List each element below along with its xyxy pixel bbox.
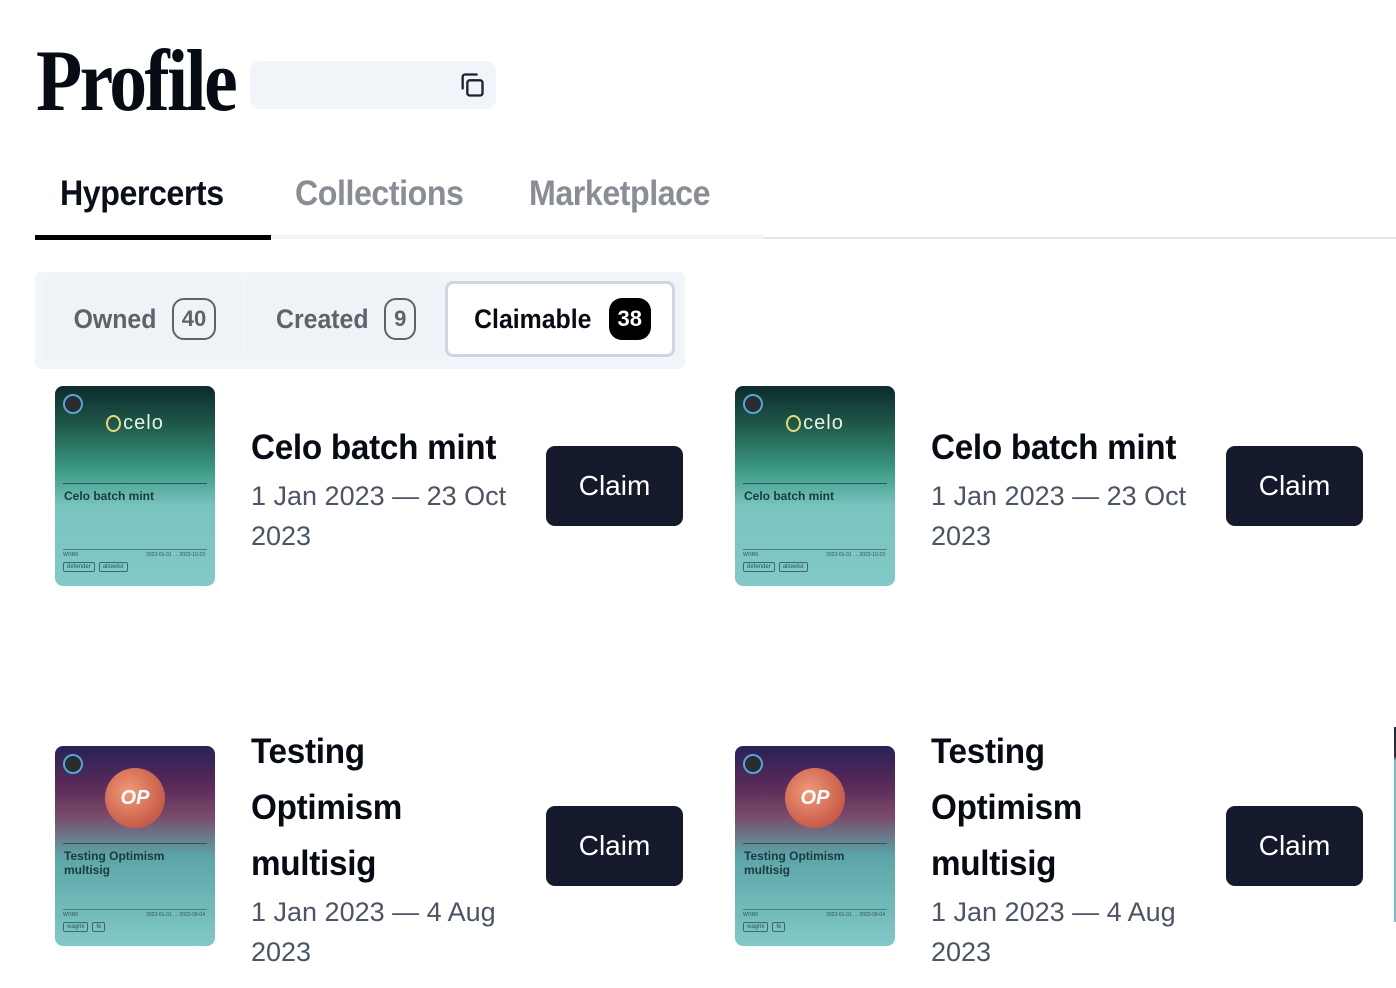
claim-button[interactable]: Claim <box>546 446 683 526</box>
tabs-divider-light <box>271 235 763 239</box>
copy-address-button[interactable] <box>454 67 490 103</box>
tab-collections[interactable]: Collections <box>295 174 464 214</box>
creator-avatar <box>63 754 83 774</box>
hypercert-name[interactable]: Celo batch mint <box>251 420 527 476</box>
creator-avatar <box>743 754 763 774</box>
claim-button[interactable]: Claim <box>546 806 683 886</box>
thumbnail-tag: allowlist <box>778 562 808 572</box>
thumbnail-tag: wagmi <box>63 922 89 932</box>
subtab-created-label: Created <box>275 303 369 334</box>
hypercert-dates: 1 Jan 2023 — 23 Oct 2023 <box>251 481 507 551</box>
claimable-count-badge: 38 <box>608 298 651 340</box>
optimism-logo: OP <box>105 768 165 828</box>
tab-marketplace[interactable]: Marketplace <box>529 174 711 214</box>
hypercert-name[interactable]: Testing Optimism multisig <box>931 724 1178 892</box>
profile-header: Profile <box>36 38 496 126</box>
hypercert-dates: 1 Jan 2023 — 4 Aug 2023 <box>251 897 496 967</box>
profile-tabs: Hypercerts Collections Marketplace <box>35 160 1396 240</box>
subtab-claimable-label: Claimable <box>474 303 592 334</box>
thumbnail-title: Celo batch mint <box>744 489 835 503</box>
hypercert-card: OP Testing Optimism multisig WORK 2023-0… <box>735 732 1375 967</box>
thumbnail-title: Celo batch mint <box>64 489 155 503</box>
hypercert-dates: 1 Jan 2023 — 4 Aug 2023 <box>931 897 1176 967</box>
thumbnail-dates: 2023-01-01 → 2023-10-23 <box>146 552 205 558</box>
copy-icon <box>461 73 484 97</box>
hypercert-card: OP Testing Optimism multisig WORK 2023-0… <box>55 732 695 967</box>
creator-avatar <box>743 394 763 414</box>
wallet-address-field[interactable] <box>250 61 496 109</box>
thumbnail-tags: wagmi fe <box>743 922 786 932</box>
thumbnail-work-label: WORK <box>743 912 759 918</box>
thumbnail-work-label: WORK <box>743 552 759 558</box>
thumbnail-tag: fe <box>92 922 106 932</box>
celo-logo: celo <box>55 412 215 435</box>
created-count-badge: 9 <box>384 298 417 340</box>
tab-hypercerts[interactable]: Hypercerts <box>60 174 224 214</box>
thumbnail-tags: defender allowlist <box>743 562 808 572</box>
thumbnail-dates: 2023-01-01 → 2023-08-04 <box>826 912 885 918</box>
hypercert-name[interactable]: Testing Optimism multisig <box>251 724 498 892</box>
hypercert-thumbnail[interactable]: celo Celo batch mint WORK 2023-01-01 → 2… <box>735 386 895 586</box>
thumbnail-tag: allowlist <box>98 562 128 572</box>
celo-logo: celo <box>735 412 895 435</box>
subtab-claimable[interactable]: Claimable 38 <box>445 281 675 357</box>
thumbnail-work-label: WORK <box>63 552 79 558</box>
thumbnail-tag: fe <box>772 922 786 932</box>
thumbnail-dates: 2023-01-01 → 2023-10-23 <box>826 552 885 558</box>
thumbnail-work-label: WORK <box>63 912 79 918</box>
hypercert-dates: 1 Jan 2023 — 23 Oct 2023 <box>931 481 1187 551</box>
owned-count-badge: 40 <box>171 298 217 340</box>
thumbnail-tag: wagmi <box>743 922 769 932</box>
hypercert-filter-tabs: Owned 40 Created 9 Claimable 38 <box>35 272 685 369</box>
optimism-logo: OP <box>785 768 845 828</box>
hypercert-thumbnail[interactable]: OP Testing Optimism multisig WORK 2023-0… <box>55 746 215 946</box>
subtab-owned[interactable]: Owned 40 <box>43 278 243 360</box>
thumbnail-title: Testing Optimism multisig <box>744 849 845 877</box>
subtab-owned-label: Owned <box>73 303 157 334</box>
thumbnail-tags: wagmi fe <box>63 922 106 932</box>
subtab-created[interactable]: Created 9 <box>245 278 443 360</box>
claim-button[interactable]: Claim <box>1226 806 1363 886</box>
hypercert-card: celo Celo batch mint WORK 2023-01-01 → 2… <box>735 386 1375 596</box>
thumbnail-tag: defender <box>63 562 95 572</box>
page-title: Profile <box>36 33 238 130</box>
active-tab-indicator <box>35 235 271 240</box>
thumbnail-tags: defender allowlist <box>63 562 128 572</box>
claim-button[interactable]: Claim <box>1226 446 1363 526</box>
hypercert-name[interactable]: Celo batch mint <box>931 420 1207 476</box>
creator-avatar <box>63 394 83 414</box>
hypercert-thumbnail[interactable]: celo Celo batch mint WORK 2023-01-01 → 2… <box>55 386 215 586</box>
hypercert-thumbnail[interactable]: OP Testing Optimism multisig WORK 2023-0… <box>735 746 895 946</box>
thumbnail-dates: 2023-01-01 → 2023-08-04 <box>146 912 205 918</box>
thumbnail-tag: defender <box>743 562 775 572</box>
hypercert-card: celo Celo batch mint WORK 2023-01-01 → 2… <box>55 386 695 596</box>
thumbnail-title: Testing Optimism multisig <box>64 849 165 877</box>
